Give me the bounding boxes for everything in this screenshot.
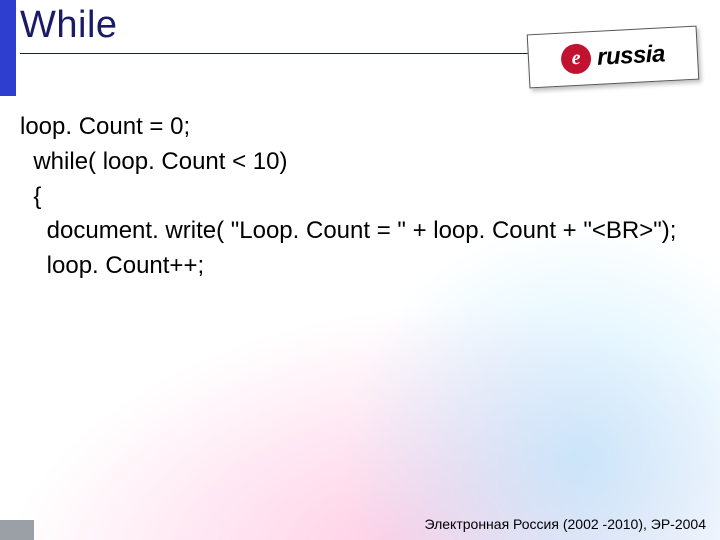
code-line: document. write( "Loop. Count = " + loop… <box>20 217 676 244</box>
accent-bar-bottom <box>0 520 34 540</box>
logo-card: e russia <box>527 26 700 89</box>
code-block: loop. Count = 0; while( loop. Count < 10… <box>20 110 696 284</box>
slide: While e russia loop. Count = 0; while( l… <box>0 0 720 540</box>
accent-bar-top <box>0 0 16 96</box>
slide-title: While <box>20 4 540 47</box>
logo-glyph: e <box>571 47 581 70</box>
code-line: { <box>20 183 41 210</box>
logo-text: russia <box>596 40 665 72</box>
code-line: loop. Count++; <box>20 252 204 279</box>
title-container: While <box>20 4 540 54</box>
code-line: while( loop. Count < 10) <box>20 148 288 175</box>
footer-text: Электронная Россия (2002 -2010), ЭР-2004 <box>425 516 707 532</box>
logo-badge-icon: e <box>560 43 592 75</box>
code-line: loop. Count = 0; <box>20 113 190 140</box>
